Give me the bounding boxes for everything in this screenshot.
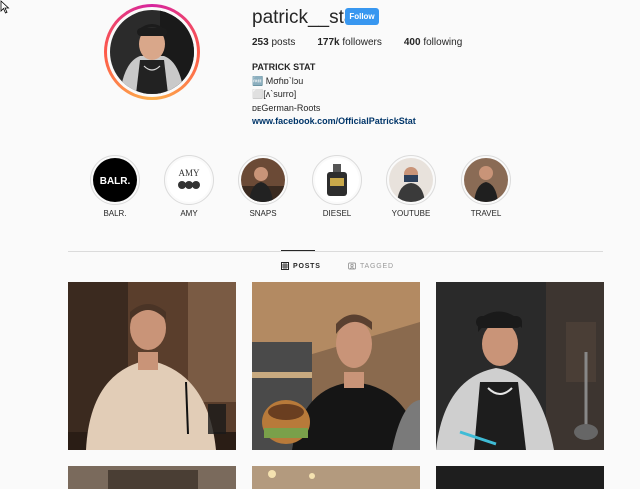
highlight-label: DIESEL	[322, 209, 352, 218]
highlight-snaps[interactable]: SNAPS	[233, 155, 293, 218]
post-thumbnail[interactable]	[68, 466, 236, 489]
highlight-youtube[interactable]: YOUTUBE	[381, 155, 441, 218]
followers-count-label: followers	[342, 37, 382, 48]
bio-name: PATRICK STAT	[252, 62, 316, 72]
post-image	[436, 282, 604, 450]
youtube-thumbnail	[389, 158, 433, 202]
highlight-label: AMY	[180, 209, 198, 218]
profile-username: patrick__stat	[252, 7, 360, 28]
tab-posts-label: POSTS	[293, 262, 321, 270]
highlight-diesel[interactable]: DIESEL	[307, 155, 367, 218]
post-thumbnail[interactable]	[252, 282, 420, 450]
followers-count[interactable]: 177k followers	[317, 37, 382, 48]
amy-logo-text: AMY	[178, 168, 200, 178]
post-image	[436, 466, 604, 489]
posts-count: 253 posts	[252, 37, 295, 48]
tab-posts[interactable]: POSTS	[281, 262, 321, 270]
post-thumbnail[interactable]	[68, 282, 236, 450]
following-count[interactable]: 400 following	[404, 37, 462, 48]
grid-icon	[281, 262, 289, 270]
post-image	[252, 466, 420, 489]
highlight-label: TRAVEL	[470, 209, 502, 218]
highlight-label: BALR.	[103, 209, 127, 218]
profile-stats: 253 posts 177k followers 400 following	[252, 37, 484, 48]
highlight-balr[interactable]: BALR. BALR.	[85, 155, 145, 218]
post-thumbnail[interactable]	[252, 466, 420, 489]
tag-icon	[348, 262, 356, 270]
following-count-value: 400	[403, 37, 421, 48]
avatar-photo	[110, 10, 194, 94]
bio-link[interactable]: www.facebook.com/OfficialPatrickStat	[252, 115, 416, 129]
amy-logo-icon: AMY	[167, 158, 211, 202]
post-thumbnail[interactable]	[436, 466, 604, 489]
posts-count-label: posts	[271, 37, 296, 48]
bio-line-2: ⬜[ʌ`surro]	[252, 89, 297, 100]
balr-logo-icon: BALR.	[93, 158, 137, 202]
balr-logo-text: BALR.	[100, 176, 131, 187]
followers-count-value: 177k	[317, 37, 340, 48]
post-image	[68, 282, 236, 450]
post-thumbnail[interactable]	[436, 282, 604, 450]
bio-line-1: 🆓 Mσɦɒ`lɔu	[252, 75, 304, 86]
travel-thumbnail	[464, 158, 508, 202]
post-image	[252, 282, 420, 450]
active-tab-indicator	[281, 250, 315, 251]
post-image	[68, 466, 236, 489]
mouse-cursor-icon	[0, 0, 10, 14]
profile-bio: PATRICK STAT 🆓 Mσɦɒ`lɔu ⬜[ʌ`surro] ᴅᴇGer…	[252, 61, 416, 129]
profile-avatar[interactable]	[104, 4, 200, 100]
snaps-thumbnail	[241, 158, 285, 202]
following-count-label: following	[423, 37, 463, 48]
tab-tagged[interactable]: TAGGED	[348, 262, 394, 270]
tabs-divider	[68, 251, 603, 252]
highlight-label: SNAPS	[249, 209, 277, 218]
highlight-amy[interactable]: AMY AMY	[159, 155, 219, 218]
highlight-label: YOUTUBE	[391, 209, 431, 218]
posts-count-value: 253	[252, 37, 269, 48]
tab-tagged-label: TAGGED	[360, 262, 394, 270]
highlight-travel[interactable]: TRAVEL	[456, 155, 516, 218]
bio-line-3: ᴅᴇGerman-Roots	[252, 102, 321, 113]
diesel-bottle-thumbnail	[315, 158, 359, 202]
follow-button[interactable]: Follow	[345, 8, 379, 25]
